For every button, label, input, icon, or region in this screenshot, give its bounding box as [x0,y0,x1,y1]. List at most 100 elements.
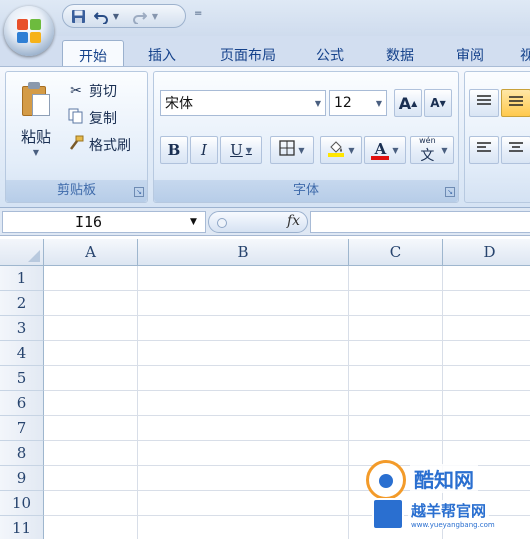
underline-button[interactable]: U ▼ [220,136,262,164]
font-size-value: 12 [334,95,352,111]
paste-icon [22,82,52,118]
title-bar: ▼ ▼ = [0,0,530,36]
cut-button[interactable]: ✂ 剪切 [66,80,117,102]
gridline [348,266,349,539]
copy-label: 复制 [89,111,117,127]
align-top-button[interactable] [469,89,499,117]
office-logo-icon [17,19,41,43]
row-header-3[interactable]: 3 [0,316,44,341]
select-all-button[interactable] [0,239,44,266]
watermark-brand: 酷知网 [410,464,478,493]
gridline [44,365,530,366]
font-color-button[interactable]: A ▼ [364,136,406,164]
align-left-icon [476,141,492,159]
formula-input[interactable] [310,211,530,233]
insert-function-button[interactable]: fx [287,213,300,229]
align-center-button[interactable] [501,136,530,164]
column-header-d[interactable]: D [443,239,530,266]
row-header-11[interactable]: 11 [0,516,44,539]
customize-qat-icon[interactable]: = [194,8,202,19]
tab-data[interactable]: 数据 [374,40,426,67]
font-name-combo[interactable]: 宋体 ▼ [160,90,326,116]
row-header-4[interactable]: 4 [0,341,44,366]
column-header-a[interactable]: A [44,239,138,266]
tab-insert[interactable]: 插入 [136,40,188,67]
font-launcher-icon[interactable]: ↘ [445,187,455,197]
format-painter-label: 格式刷 [89,138,131,154]
format-painter-button[interactable]: 格式刷 [66,134,131,156]
grow-font-button[interactable]: A ▲ [394,89,422,117]
watermark-url: www.yueyangbang.com [408,521,498,529]
quick-access-toolbar: ▼ ▼ [62,4,186,28]
copy-icon [66,108,86,128]
paste-button[interactable]: 粘贴 ▼ [12,76,60,168]
align-middle-button[interactable] [501,89,530,117]
redo-dropdown-icon[interactable]: ▼ [151,8,159,25]
align-top-icon [476,94,492,112]
font-group-label: 字体 [154,180,458,202]
row-header-10[interactable]: 10 [0,491,44,516]
gridline [44,440,530,441]
gridline [44,390,530,391]
row-header-6[interactable]: 6 [0,391,44,416]
column-header-b[interactable]: B [138,239,349,266]
fill-color-button[interactable]: ▼ [320,136,362,164]
bold-button[interactable]: B [160,136,188,164]
redo-icon[interactable] [131,8,147,25]
clipboard-group-label: 剪贴板 [6,180,147,202]
align-left-button[interactable] [469,136,499,164]
undo-icon[interactable] [93,8,109,25]
name-box-dropdown-icon[interactable]: ▼ [190,217,197,227]
worksheet-grid[interactable]: A B C D 1 2 3 4 5 6 7 8 9 10 11 [0,239,530,539]
tab-view[interactable]: 视 [512,40,530,67]
gridline [44,290,530,291]
ribbon-tabs: 开始 插入 页面布局 公式 数据 审阅 视 [0,36,530,67]
row-header-2[interactable]: 2 [0,291,44,316]
name-box[interactable]: I16 [2,211,206,233]
fill-bucket-icon [327,139,345,161]
chevron-down-icon: ▼ [375,99,382,108]
row-header-1[interactable]: 1 [0,266,44,291]
clipboard-launcher-icon[interactable]: ↘ [134,187,144,197]
tab-page-layout[interactable]: 页面布局 [206,40,290,67]
ribbon: 粘贴 ▼ ✂ 剪切 复制 格式刷 剪贴板 ↘ 宋体 ▼ 12 ▼ A ▲ A ▼… [0,66,530,208]
bold-label: B [167,141,181,159]
borders-button[interactable]: ▼ [270,136,314,164]
shrink-font-label: A [430,96,440,110]
formula-bar: I16 ▼ fx [0,208,530,236]
row-header-8[interactable]: 8 [0,441,44,466]
alignment-group [464,71,530,203]
paste-dropdown-icon[interactable]: ▼ [12,148,60,157]
cut-label: 剪切 [89,84,117,100]
italic-button[interactable]: I [190,136,218,164]
tab-formulas[interactable]: 公式 [304,40,356,67]
undo-dropdown-icon[interactable]: ▼ [112,8,120,25]
font-name-value: 宋体 [165,96,193,112]
gridline [44,340,530,341]
align-center-icon [508,141,524,159]
resize-grip-icon[interactable] [217,218,227,228]
tab-home[interactable]: 开始 [62,40,124,67]
font-size-combo[interactable]: 12 ▼ [329,90,387,116]
chevron-down-icon: ▼ [314,99,321,108]
font-color-icon: A [371,140,390,160]
font-group: 宋体 ▼ 12 ▼ A ▲ A ▼ B I U ▼ ▼ ▼ A ▼ wén 文 … [153,71,459,203]
copy-button[interactable]: 复制 [66,107,117,129]
gridline [44,415,530,416]
gridline [137,266,138,539]
row-header-5[interactable]: 5 [0,366,44,391]
save-icon[interactable] [69,8,87,25]
grow-font-label: A [398,93,412,113]
tab-review[interactable]: 审阅 [444,40,496,67]
office-button[interactable] [4,6,54,56]
row-header-9[interactable]: 9 [0,466,44,491]
row-header-7[interactable]: 7 [0,416,44,441]
shrink-font-button[interactable]: A ▼ [424,89,452,117]
column-header-c[interactable]: C [349,239,443,266]
format-painter-icon [66,135,86,155]
underline-label: U [230,141,243,159]
watermark-logo-icon [366,460,406,500]
gridline [442,266,443,539]
watermark-badge-icon [372,498,404,530]
phonetic-guide-button[interactable]: wén 文 ▼ [410,136,454,164]
